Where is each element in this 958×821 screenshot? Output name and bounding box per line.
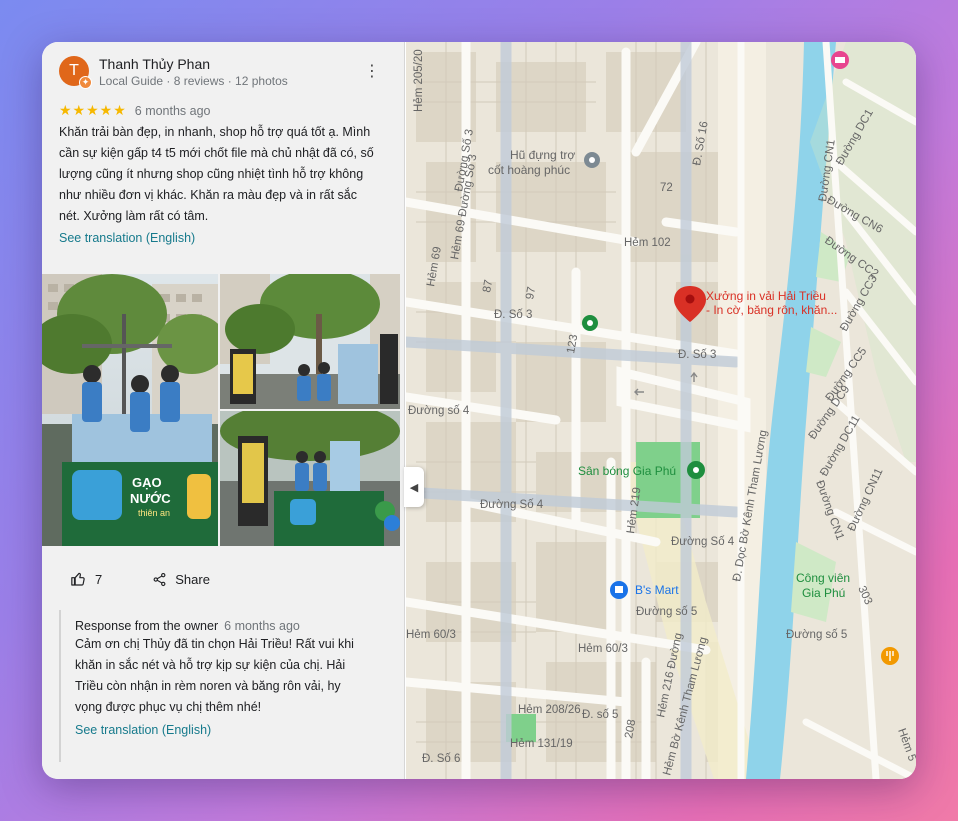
map-label-duong-so-4-b: Đường Số 4 [480,499,544,511]
reviewer-info: Thanh Thủy Phan Local Guide · 8 reviews … [99,56,288,89]
review-time: 6 months ago [134,103,211,118]
poi-mart-label: B's Mart [635,583,679,597]
share-icon [153,572,166,586]
map-label-duong-so-4-a: Đường số 4 [408,405,470,417]
map-label-hem-131-19: Hẻm 131/19 [510,738,573,750]
poi-cot-line2: cốt hoàng phúc [488,163,570,177]
review-photo-2[interactable] [220,274,400,409]
reviewer-meta: Local Guide · 8 reviews · 12 photos [99,74,288,88]
review-text: Khăn trải bàn đẹp, in nhanh, shop hỗ trợ… [59,125,374,223]
response-header: Response from the owner 6 months ago [75,618,379,634]
banner-brand-line2: NƯỚC [130,491,171,506]
avatar[interactable]: T ✦ [59,56,92,89]
response-text: Cảm ơn chị Thủy đã tin chọn Hải Triều! R… [75,637,354,714]
map-label-d-so-6: Đ. Số 6 [422,753,460,765]
app-window: T ✦ Thanh Thủy Phan Local Guide · 8 revi… [42,42,916,779]
response-label: Response from the owner [75,619,219,633]
map-label-87: 87 [481,279,495,294]
poi-green-marker[interactable] [582,315,598,331]
poi-bs-mart[interactable]: B's Mart [610,581,679,599]
poi-field-label: Sân bóng Gia Phú [578,464,676,478]
poi-hotel-icon[interactable] [831,51,849,69]
review-photo-1[interactable]: GẠO NƯỚC thiên an [42,274,218,546]
map-label-d-so-3-a: Đ. Số 3 [494,309,532,321]
map-label-duong-so-5-b: Đường số 5 [786,629,847,641]
review-actions: 7 Share [70,571,210,587]
local-guide-badge-icon: ✦ [79,76,92,89]
chevron-left-icon: ◀ [409,481,419,494]
map-label-hem-60-3-b: Hẻm 60/3 [578,643,628,655]
response-see-translation-link[interactable]: See translation (English) [75,723,211,737]
map-label-hem-102: Hẻm 102 [624,237,671,249]
response-time: 6 months ago [224,619,300,633]
share-button[interactable]: Share [152,572,210,587]
more-options-icon[interactable]: ⋮ [364,64,380,80]
poi-park-line1: Công viên [796,571,850,585]
banner-brand-line3: thiên an [138,508,170,518]
map-label-duong-so-5-a: Đường số 5 [636,606,697,618]
poi-park-line2: Gia Phú [802,586,845,600]
map-label-hem-60-3-a: Hẻm 60/3 [406,629,456,641]
see-translation-link[interactable]: See translation (English) [59,231,195,245]
star-rating-icon: ★★★★★ [59,102,127,118]
map-label-duong-so-4-c: Đường Số 4 [671,536,735,548]
map-label-hem-208-26: Hẻm 208/26 [518,704,581,716]
reviewer-name[interactable]: Thanh Thủy Phan [99,56,288,73]
review-panel: T ✦ Thanh Thủy Phan Local Guide · 8 revi… [42,42,405,779]
avatar-initial: T [69,62,79,79]
like-count: 7 [95,571,103,587]
reviewer-header[interactable]: T ✦ Thanh Thủy Phan Local Guide · 8 revi… [59,56,288,89]
share-label: Share [175,571,210,587]
map-label-hem-205-20: Hẻm 205/20 [413,49,425,112]
review-photos: GẠO NƯỚC thiên an [42,274,400,546]
banner-brand-line1: GẠO [132,475,162,490]
map-label-72: 72 [660,182,673,194]
poi-cot-line1: Hũ đựng trợ [510,148,575,162]
thumbs-up-icon [71,572,85,586]
pin-title-line2: - In cờ, băng rôn, khăn... [706,303,837,317]
poi-restaurant-icon[interactable] [881,647,899,665]
review-rating: ★★★★★ 6 months ago [59,102,211,119]
like-button[interactable]: 7 [70,571,102,587]
collapse-panel-button[interactable]: ◀ [404,467,424,507]
map-label-d-so-5-c: Đ. số 5 [582,709,618,721]
map-label-d-so-3-b: Đ. Số 3 [678,349,716,361]
review-photo-3[interactable] [220,411,400,546]
map-label-97: 97 [524,286,538,301]
poi-cong-vien-gia-phu[interactable]: Công viên Gia Phú [796,571,850,600]
owner-response: Response from the owner 6 months ago Cảm … [59,610,379,762]
map-view[interactable]: Hẻm 205/20 Đường Số 3 Đ. Số 16 Hẻm 69 Đư… [406,42,916,779]
pin-title-line1: Xưởng in vải Hải Triều [706,289,826,303]
